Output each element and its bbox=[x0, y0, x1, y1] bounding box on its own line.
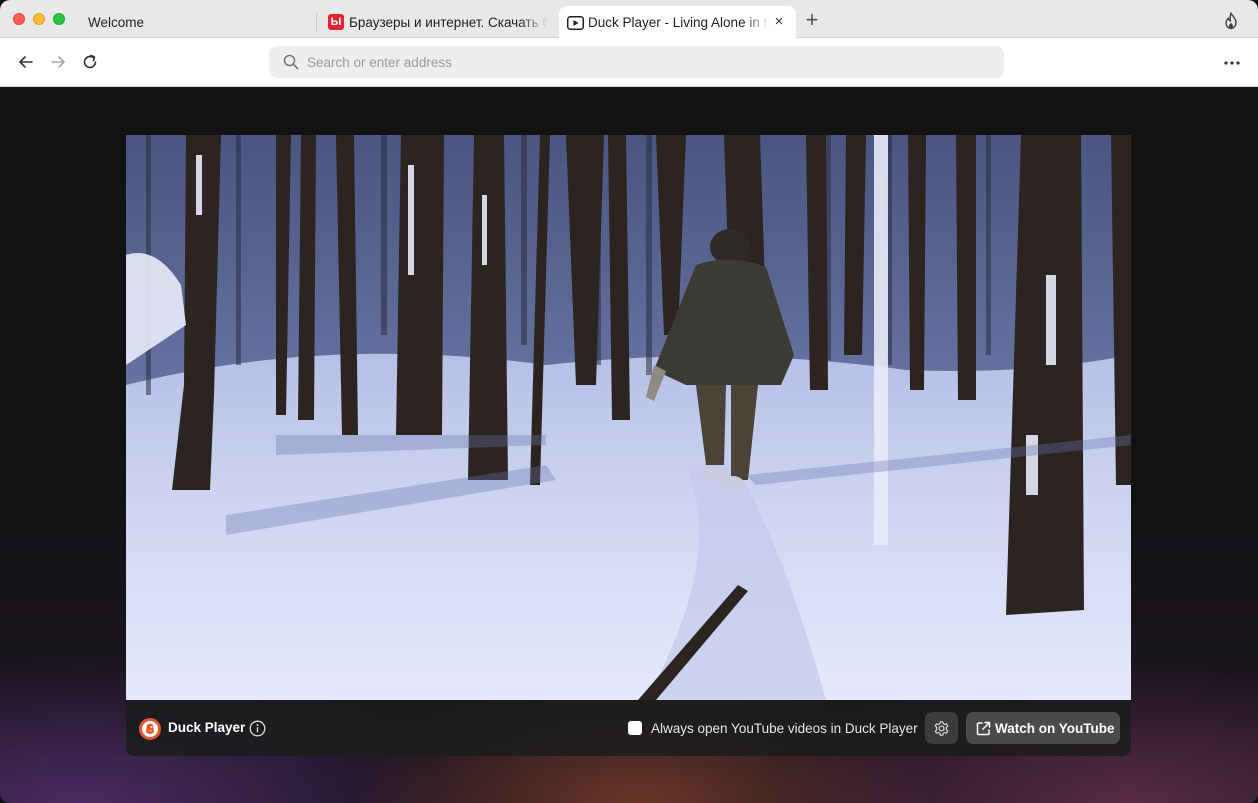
info-icon[interactable] bbox=[249, 720, 266, 737]
always-open-checkbox[interactable] bbox=[628, 721, 642, 735]
red-square-icon: Ы bbox=[328, 14, 344, 30]
tab-separator bbox=[316, 13, 317, 31]
window-minimize-button[interactable] bbox=[33, 13, 45, 25]
fire-icon[interactable] bbox=[1222, 12, 1240, 30]
duck-player-page: Duck Player Always open YouTube videos i… bbox=[0, 87, 1258, 803]
back-arrow-icon[interactable] bbox=[16, 52, 36, 72]
always-open-label[interactable]: Always open YouTube videos in Duck Playe… bbox=[651, 721, 918, 736]
forward-arrow-icon[interactable] bbox=[48, 52, 68, 72]
navigation-bar bbox=[0, 38, 1258, 87]
search-icon bbox=[283, 54, 299, 70]
tab-welcome[interactable]: Welcome bbox=[80, 6, 310, 38]
new-tab-button[interactable]: + bbox=[802, 9, 822, 31]
more-dots-icon[interactable] bbox=[1222, 60, 1242, 66]
address-input[interactable] bbox=[307, 46, 987, 78]
settings-button[interactable] bbox=[925, 712, 958, 744]
tab-browsers[interactable]: Ы Браузеры и интернет. Скачать бесплатно bbox=[322, 6, 552, 38]
video-frame[interactable] bbox=[126, 135, 1131, 700]
external-link-icon bbox=[976, 721, 991, 736]
watch-on-youtube-label: Watch on YouTube bbox=[995, 721, 1115, 736]
duckduckgo-logo-icon bbox=[139, 718, 161, 740]
video-thumbnail bbox=[126, 135, 1131, 700]
player-brand-label: Duck Player bbox=[168, 720, 246, 735]
reload-icon[interactable] bbox=[80, 52, 100, 72]
tab-label: Duck Player - Living Alone in the Taiga bbox=[588, 15, 770, 30]
tab-label: Welcome bbox=[88, 14, 145, 30]
play-icon bbox=[567, 15, 584, 30]
close-tab-icon[interactable]: × bbox=[772, 14, 786, 29]
watch-on-youtube-button[interactable]: Watch on YouTube bbox=[966, 712, 1120, 744]
browser-window: Welcome Ы Браузеры и интернет. Скачать б… bbox=[0, 0, 1258, 803]
address-bar[interactable] bbox=[269, 46, 1004, 78]
tab-label: Браузеры и интернет. Скачать бесплатно bbox=[349, 14, 549, 30]
window-close-button[interactable] bbox=[13, 13, 25, 25]
window-zoom-button[interactable] bbox=[53, 13, 65, 25]
tab-bar: Welcome Ы Браузеры и интернет. Скачать б… bbox=[0, 0, 1258, 39]
tab-duck-player[interactable]: Duck Player - Living Alone in the Taiga … bbox=[559, 6, 796, 39]
player-controls: Duck Player Always open YouTube videos i… bbox=[126, 700, 1131, 756]
gear-icon bbox=[934, 721, 949, 736]
